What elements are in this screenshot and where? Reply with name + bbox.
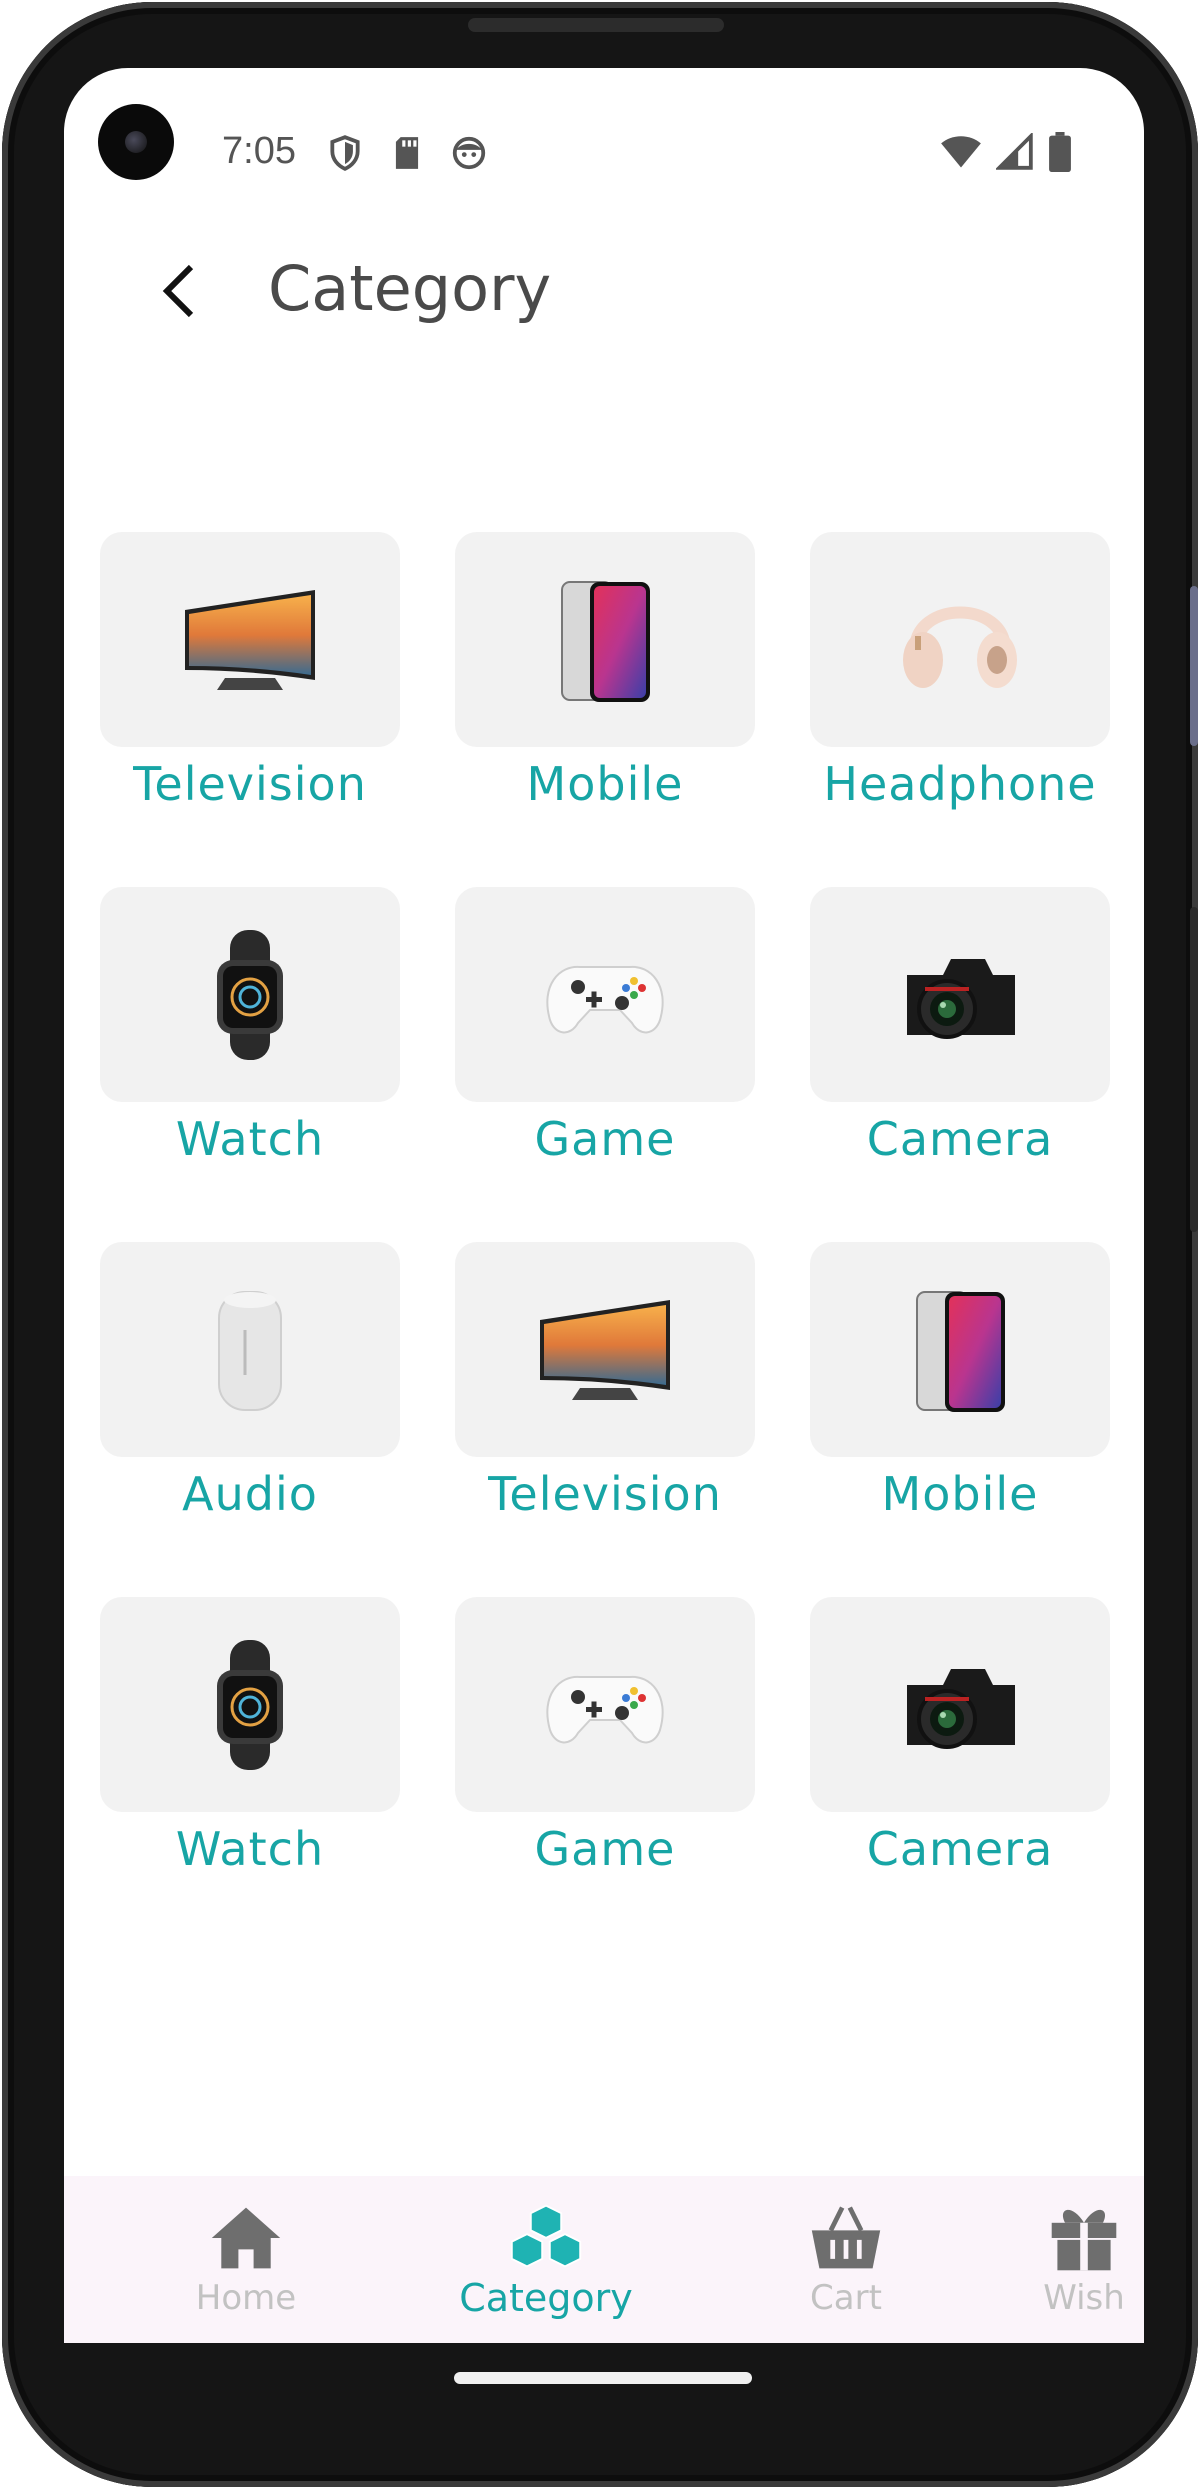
home-icon xyxy=(211,2207,281,2268)
category-item-camera[interactable]: Camera xyxy=(810,887,1110,1177)
category-label: Camera xyxy=(866,1822,1054,1876)
category-label: Mobile xyxy=(526,757,684,811)
headphone-icon xyxy=(903,606,1017,688)
signal-icon xyxy=(996,133,1033,170)
category-label: Mobile xyxy=(881,1467,1039,1521)
nav-wish[interactable]: Wish xyxy=(984,2176,1144,2343)
basket-icon xyxy=(811,2206,881,2268)
category-item-game[interactable]: Game xyxy=(455,1597,755,1887)
category-card xyxy=(100,1242,400,1457)
category-card xyxy=(810,887,1110,1102)
television-icon xyxy=(185,589,315,690)
category-item-watch[interactable]: Watch xyxy=(100,887,400,1177)
nav-home[interactable]: Home xyxy=(146,2176,346,2343)
category-item-audio[interactable]: Audio xyxy=(100,1242,400,1532)
category-label: Game xyxy=(534,1822,676,1876)
shield-icon xyxy=(330,135,360,171)
category-card xyxy=(455,887,755,1102)
nav-label: Wish xyxy=(1043,2277,1125,2318)
category-label: Watch xyxy=(175,1112,325,1166)
category-card xyxy=(100,887,400,1102)
nav-category[interactable]: Category xyxy=(446,2176,646,2343)
face-icon xyxy=(452,136,486,170)
television-icon xyxy=(540,1299,670,1400)
device-frame: 7:05 Category Television Mobile Headphon… xyxy=(2,2,1198,2487)
status-time: 7:05 xyxy=(222,130,296,172)
category-label: Television xyxy=(133,757,367,811)
category-card xyxy=(455,532,755,747)
category-card xyxy=(100,532,400,747)
category-label: Game xyxy=(534,1112,676,1166)
speaker-icon xyxy=(218,1290,282,1411)
category-card xyxy=(455,1242,755,1457)
category-label: Camera xyxy=(866,1112,1054,1166)
camera-icon xyxy=(907,958,1015,1039)
home-indicator[interactable] xyxy=(454,2372,752,2384)
camera-icon xyxy=(907,1668,1015,1749)
category-card xyxy=(100,1597,400,1812)
nav-cart[interactable]: Cart xyxy=(746,2176,946,2343)
category-item-television[interactable]: Television xyxy=(455,1242,755,1532)
sd-card-icon xyxy=(395,137,419,169)
nav-label: Home xyxy=(195,2277,297,2318)
category-item-mobile[interactable]: Mobile xyxy=(810,1242,1110,1532)
nav-label: Category xyxy=(459,2275,633,2320)
mobile-icon xyxy=(561,580,650,702)
page-title: Category xyxy=(268,252,552,325)
game-controller-icon xyxy=(546,1675,664,1743)
status-right-icons xyxy=(940,132,1072,172)
back-arrow-icon xyxy=(162,264,194,318)
app-bar: Category xyxy=(64,228,1144,348)
category-card xyxy=(810,1242,1110,1457)
nav-label: Cart xyxy=(810,2277,882,2318)
mobile-icon xyxy=(916,1290,1005,1412)
front-camera xyxy=(98,104,174,180)
power-button xyxy=(1190,907,1198,1232)
app-screen: 7:05 Category Television Mobile Headphon… xyxy=(64,68,1144,2343)
category-label: Watch xyxy=(175,1822,325,1876)
speaker-grille xyxy=(468,18,724,32)
category-grid: Television Mobile Headphone Watch Game C… xyxy=(100,532,1110,1887)
wifi-icon xyxy=(941,136,981,168)
bottom-nav: Home Category Cart Wish xyxy=(64,2176,1144,2343)
category-label: Audio xyxy=(182,1467,318,1521)
watch-icon xyxy=(217,1639,283,1770)
watch-icon xyxy=(217,929,283,1060)
category-item-mobile[interactable]: Mobile xyxy=(455,532,755,822)
category-item-television[interactable]: Television xyxy=(100,532,400,822)
category-item-headphone[interactable]: Headphone xyxy=(810,532,1110,822)
category-card xyxy=(810,532,1110,747)
game-controller-icon xyxy=(546,965,664,1033)
category-item-camera[interactable]: Camera xyxy=(810,1597,1110,1887)
category-card xyxy=(810,1597,1110,1812)
category-item-watch[interactable]: Watch xyxy=(100,1597,400,1887)
battery-icon xyxy=(1049,132,1071,172)
back-button[interactable] xyxy=(144,256,214,326)
category-label: Television xyxy=(488,1467,722,1521)
volume-button xyxy=(1190,586,1198,746)
category-icon xyxy=(510,2204,582,2267)
category-card xyxy=(455,1597,755,1812)
category-label: Headphone xyxy=(823,757,1097,811)
category-item-game[interactable]: Game xyxy=(455,887,755,1177)
gift-icon xyxy=(1051,2209,1117,2270)
